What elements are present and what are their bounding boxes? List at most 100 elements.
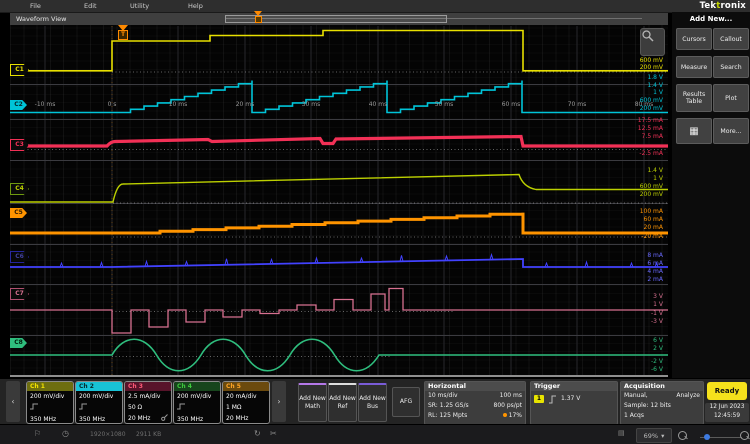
- acq-mode: Manual,: [624, 391, 648, 401]
- ready-status-badge: Ready: [707, 382, 747, 400]
- ch3-trace: [10, 137, 668, 147]
- table-grid-icon: ▦: [689, 128, 698, 135]
- ch7-trace: [10, 289, 668, 334]
- trigger-panel[interactable]: Trigger 1 1.37 V: [530, 381, 618, 425]
- ch6-scale-label: 6 mA: [647, 260, 663, 267]
- add-new-ref-button[interactable]: Add New Ref: [328, 383, 357, 422]
- zoom-level-select[interactable]: 69%▾: [636, 428, 672, 443]
- ch7-scale-label: 1 V: [653, 301, 663, 308]
- acq-count: 1 Acqs: [624, 411, 644, 421]
- callout-button[interactable]: Callout: [713, 28, 749, 50]
- ch2-scale-label: 1.8 V: [647, 74, 663, 81]
- resolution-text: 1920×1080: [90, 431, 126, 438]
- plot-bottom-scrollbar[interactable]: [10, 375, 668, 377]
- ch3-scale: 2.5 mA/div: [125, 391, 171, 402]
- overview-trigger-marker-box[interactable]: [255, 16, 262, 23]
- ch2-badge-label: Ch 2: [76, 382, 122, 391]
- waveform-canvas: [10, 25, 668, 377]
- probe-comp-icon: [174, 402, 220, 414]
- ch5-badge-label: Ch 5: [223, 382, 269, 391]
- ch1-badge-label: Ch 1: [27, 382, 73, 391]
- scroll-badges-right-button[interactable]: ›: [272, 381, 286, 422]
- ch1-scale-label: 600 mV: [640, 57, 663, 64]
- zoom-slider-handle[interactable]: [704, 434, 710, 440]
- horizontal-panel[interactable]: Horizontal 10 ms/div100 ms SR: 1.25 GS/s…: [424, 381, 526, 425]
- acquisition-panel[interactable]: Acquisition Manual,Analyze Sample: 12 bi…: [620, 381, 704, 425]
- results-table-button[interactable]: Results Table: [676, 84, 712, 112]
- ch2-bandwidth: 350 MHz: [76, 414, 122, 424]
- cursors-button[interactable]: Cursors: [676, 28, 712, 50]
- time-label: 30 ms: [293, 101, 329, 108]
- export-table-button[interactable]: ▦: [676, 118, 712, 144]
- plot-button[interactable]: Plot: [713, 84, 749, 112]
- ch3-scale-label: -2.5 mA: [639, 150, 663, 157]
- ch3-badge[interactable]: Ch 3 2.5 mA/div 50 Ω 20 MHz: [124, 381, 172, 424]
- measure-button[interactable]: Measure: [676, 56, 712, 78]
- ch4-badge[interactable]: Ch 4 200 mV/div 350 MHz: [173, 381, 221, 424]
- pin-icon[interactable]: ⚐: [34, 429, 41, 438]
- add-new-header: Add New...: [672, 15, 750, 23]
- probe-comp-icon: [27, 402, 73, 414]
- refresh-icon[interactable]: ↻: [254, 429, 261, 438]
- menu-utility[interactable]: Utility: [130, 2, 149, 10]
- clock-icon[interactable]: ◷: [62, 429, 69, 438]
- add-new-math-button[interactable]: Add New Math: [298, 383, 327, 422]
- monitor-icon[interactable]: ▤: [618, 429, 625, 437]
- menu-help[interactable]: Help: [188, 2, 203, 10]
- grid-major-vertical: [45, 26, 644, 376]
- ch2-scale-label: 1.4 V: [647, 82, 663, 89]
- ch4-badge-label: Ch 4: [174, 382, 220, 391]
- ch5-scale-label: 60 mA: [644, 216, 664, 223]
- ch2-scale-label: 600 mV: [640, 97, 663, 104]
- sample-rate: SR: 1.25 GS/s: [428, 401, 469, 411]
- ch2-badge[interactable]: Ch 2 200 mV/div 350 MHz: [75, 381, 123, 424]
- add-new-bus-button[interactable]: Add New Bus: [358, 383, 387, 422]
- time-label: 10 ms: [160, 101, 196, 108]
- ch7-scale-label: -1 V: [651, 310, 663, 317]
- afg-button[interactable]: AFG: [392, 387, 420, 417]
- right-sidebar: Add New... Cursors Callout Measure Searc…: [672, 12, 750, 378]
- chevron-down-icon: ▾: [661, 432, 664, 440]
- position-dot-icon: [503, 413, 507, 417]
- menu-edit[interactable]: Edit: [84, 2, 97, 10]
- ch1-badge[interactable]: Ch 1 200 mV/div 350 MHz: [26, 381, 74, 424]
- zoom-pan-widget[interactable]: [640, 28, 665, 56]
- ch4-scale: 200 mV/div: [174, 391, 220, 402]
- ch5-bandwidth: 20 MHz: [223, 413, 269, 424]
- scroll-badges-left-button[interactable]: ‹: [6, 381, 20, 422]
- menu-file[interactable]: File: [30, 2, 41, 10]
- ch3-scale-label: 7.5 mA: [642, 133, 663, 140]
- ch7-scale-label: -3 V: [651, 318, 663, 325]
- ch6-scale-label: 4 mA: [647, 268, 663, 275]
- ch4-trace: [10, 175, 668, 203]
- trigger-marker-flag[interactable]: T: [118, 30, 128, 40]
- time-label: 50 ms: [426, 101, 462, 108]
- ch4-scale-label: 600 mV: [640, 183, 663, 190]
- time-label: -10 ms: [27, 101, 63, 108]
- ch2-scale-label: 1 V: [653, 89, 663, 96]
- ch3-bandwidth-row: 20 MHz: [125, 413, 171, 424]
- ch4-scale-label: 1.4 V: [647, 167, 663, 174]
- search-button[interactable]: Search: [713, 56, 749, 78]
- more-button[interactable]: More...: [713, 118, 749, 144]
- zoom-out-icon[interactable]: [678, 431, 687, 440]
- scissors-icon[interactable]: ✂: [270, 429, 277, 438]
- acquisition-title: Acquisition: [621, 382, 703, 391]
- bottom-settings-bar: ‹ Ch 1 200 mV/div 350 MHz Ch 2 200 mV/di…: [0, 378, 750, 425]
- ch6-trace: [10, 259, 668, 267]
- ch2-scale-label: 200 mV: [640, 105, 663, 112]
- time-label: 40 ms: [360, 101, 396, 108]
- viewer-taskbar: ⚐ ◷ 1920×1080 2911 KB ↻ ✂ ▤ 69%▾: [0, 424, 750, 444]
- waveform-view-title[interactable]: Waveform View: [16, 15, 67, 23]
- reference-dotted-lines: [10, 72, 668, 357]
- ch5-scale: 20 mA/div: [223, 391, 269, 402]
- zoom-in-icon[interactable]: [740, 431, 749, 440]
- ch8-scale-label: 2 V: [653, 345, 663, 352]
- trigger-title: Trigger: [531, 382, 617, 391]
- ch5-trace: [10, 213, 668, 233]
- ch5-badge[interactable]: Ch 5 20 mA/div 1 MΩ 20 MHz: [222, 381, 270, 424]
- ch1-trace: [10, 31, 668, 71]
- ch3-bandwidth: 20 MHz: [128, 414, 150, 424]
- ch5-scale-label: 20 mA: [644, 224, 664, 231]
- ch3-impedance: 50 Ω: [125, 402, 171, 413]
